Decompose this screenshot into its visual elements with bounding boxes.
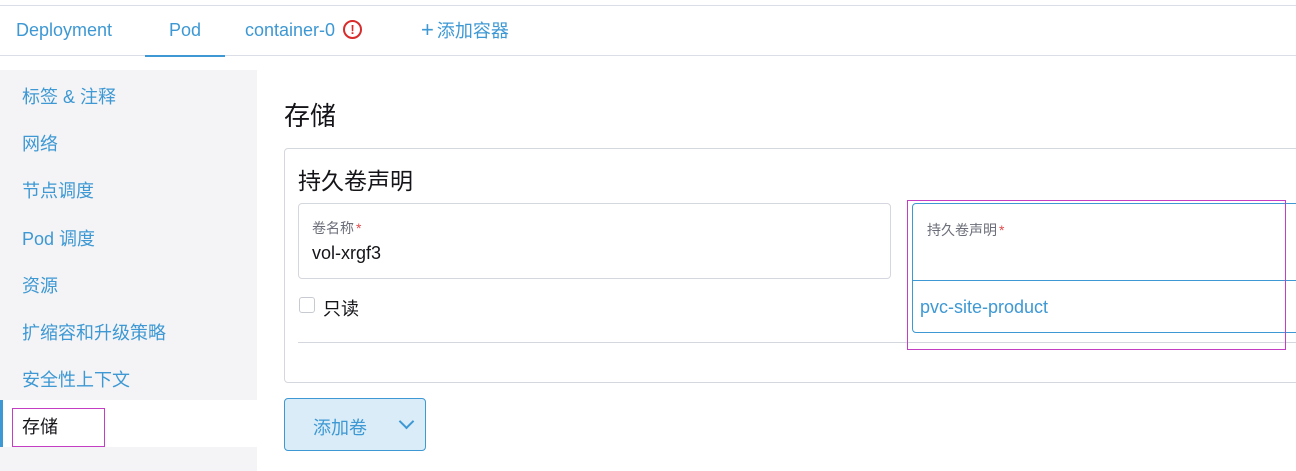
pvc-select-divider [912, 280, 1296, 281]
add-volume-button[interactable]: 添加卷 [284, 398, 426, 451]
tab-deployment[interactable]: Deployment [16, 6, 112, 56]
sidebar-item-network[interactable]: 网络 [22, 130, 58, 156]
sidebar-item-scaling-upgrade[interactable]: 扩缩容和升级策略 [22, 319, 166, 345]
sidebar-item-labels-annotations[interactable]: 标签 & 注释 [22, 83, 116, 109]
tab-pod[interactable]: Pod [145, 6, 225, 57]
tab-container-0-label: container-0 [245, 20, 336, 40]
sidebar-item-security-context[interactable]: 安全性上下文 [22, 366, 130, 392]
sidebar-item-resources[interactable]: 资源 [22, 272, 58, 298]
volume-name-value[interactable]: vol-xrgf3 [312, 243, 381, 264]
tab-container-0[interactable]: container-0 ! [245, 6, 363, 56]
page-title: 存储 [284, 101, 337, 131]
sidebar-item-pod-scheduling[interactable]: Pod 调度 [22, 225, 95, 251]
card-title: 持久卷声明 [298, 168, 413, 194]
sidebar-item-storage[interactable]: 存储 [22, 413, 58, 439]
volume-name-field[interactable] [298, 203, 891, 279]
volume-name-label: 卷名称 * [312, 220, 362, 236]
pvc-option-value[interactable]: pvc-site-product [920, 297, 1048, 318]
top-tab-bar: Deployment Pod container-0 ! + 添加容器 [0, 5, 1296, 57]
chevron-down-icon[interactable] [398, 413, 415, 430]
error-alert-icon: ! [343, 19, 363, 39]
readonly-checkbox[interactable] [299, 297, 315, 313]
readonly-label[interactable]: 只读 [323, 295, 359, 321]
add-container-tab[interactable]: + 添加容器 [421, 6, 509, 56]
sidebar-item-node-scheduling[interactable]: 节点调度 [22, 177, 94, 203]
add-container-label: 添加容器 [436, 21, 509, 41]
add-volume-label: 添加卷 [313, 418, 367, 438]
pvc-label: 持久卷声明 * [927, 222, 1005, 238]
card-divider [298, 342, 1296, 343]
plus-icon: + [421, 17, 434, 42]
